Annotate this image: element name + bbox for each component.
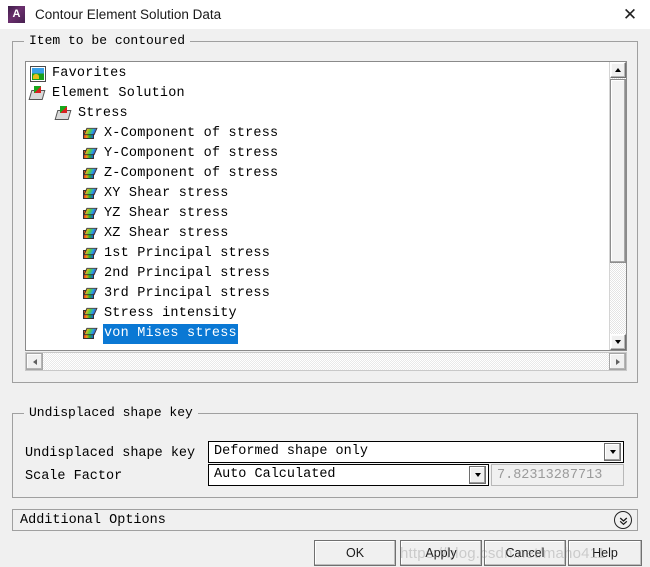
result-cube-icon [82,226,98,242]
tree-item-label: YZ Shear stress [104,206,229,221]
item-group-legend: Item to be contoured [24,33,191,49]
tree-item[interactable]: XZ Shear stress [26,224,609,244]
chevron-down-icon[interactable] [469,466,486,484]
scroll-left-arrow-icon[interactable] [26,353,43,370]
undisplaced-shape-key-group: Undisplaced shape key Undisplaced shape … [12,405,638,498]
scale-factor-number-field: 7.82313287713 [491,464,624,486]
chevron-down-icon[interactable] [604,443,621,461]
tree-item-label: Stress intensity [104,306,237,321]
undisplaced-shape-key-label: Undisplaced shape key [25,446,196,461]
window-title-bar: A Contour Element Solution Data ✕ [0,0,650,29]
result-cube-icon [82,246,98,262]
scale-factor-value: Auto Calculated [214,467,336,482]
scale-factor-select[interactable]: Auto Calculated [208,464,489,486]
double-chevron-down-circle-icon[interactable] [614,511,632,529]
additional-options-bar[interactable]: Additional Options [12,509,638,531]
tree-item-label: Y-Component of stress [104,146,279,161]
tree-item-label: XY Shear stress [104,186,229,201]
tree-item-label: 2nd Principal stress [104,266,271,281]
undisplaced-shape-key-select[interactable]: Deformed shape only [208,441,624,463]
scale-factor-label: Scale Factor [25,469,123,484]
tree-item[interactable]: Favorites [26,64,609,84]
contour-item-tree[interactable]: Favorites Element Solution Stress X-Compone… [25,61,627,351]
tree-item[interactable]: 2nd Principal stress [26,264,609,284]
result-cube-icon [82,126,98,142]
tree-vertical-scrollbar[interactable] [609,62,626,350]
result-cube-icon [82,206,98,222]
tree-item[interactable]: 1st Principal stress [26,244,609,264]
open-folder-icon [56,106,72,122]
result-cube-icon [82,146,98,162]
close-icon[interactable]: ✕ [610,0,650,29]
result-cube-icon [82,166,98,182]
item-to-be-contoured-group: Item to be contoured Favorites Element So… [12,33,638,383]
tree-item-label: 3rd Principal stress [104,286,271,301]
tree-item-label: XZ Shear stress [104,226,229,241]
tree-item[interactable]: Stress intensity [26,304,609,324]
undisplaced-group-legend: Undisplaced shape key [24,405,198,421]
scroll-up-arrow-icon[interactable] [610,62,626,78]
tree-item-label: X-Component of stress [104,126,279,141]
tree-item[interactable]: Stress [26,104,609,124]
tree-item-label: Element Solution [52,86,185,101]
tree-rows-container: Favorites Element Solution Stress X-Compone… [26,64,609,350]
ansys-a-icon: A [8,6,25,23]
tree-horizontal-scrollbar[interactable] [25,352,627,371]
additional-options-label: Additional Options [20,512,166,528]
favorites-picture-icon [30,66,46,82]
tree-item[interactable]: X-Component of stress [26,124,609,144]
tree-item[interactable]: YZ Shear stress [26,204,609,224]
result-cube-icon [82,186,98,202]
tree-item[interactable]: von Mises stress [26,324,609,344]
tree-item-label: Favorites [52,66,127,81]
scroll-down-arrow-icon[interactable] [610,334,626,350]
tree-item-label: Stress [78,106,128,121]
undisplaced-shape-key-value: Deformed shape only [214,444,368,459]
scroll-right-arrow-icon[interactable] [609,353,626,370]
open-folder-icon [30,86,46,102]
tree-item-label: Z-Component of stress [104,166,279,181]
tree-item-label: von Mises stress [103,324,238,344]
tree-item[interactable]: XY Shear stress [26,184,609,204]
result-cube-icon [82,326,98,342]
tree-item[interactable]: 3rd Principal stress [26,284,609,304]
result-cube-icon [82,286,98,302]
result-cube-icon [82,306,98,322]
tree-item[interactable]: Z-Component of stress [26,164,609,184]
dialog-client-area: Item to be contoured Favorites Element So… [0,29,650,566]
dialog-button-row: OK Apply Cancel Help [0,540,650,567]
result-cube-icon [82,266,98,282]
tree-item[interactable]: Y-Component of stress [26,144,609,164]
tree-item-label: 1st Principal stress [104,246,271,261]
vertical-scrollbar-thumb[interactable] [610,79,626,263]
tree-item[interactable]: Element Solution [26,84,609,104]
window-title: Contour Element Solution Data [35,7,222,22]
